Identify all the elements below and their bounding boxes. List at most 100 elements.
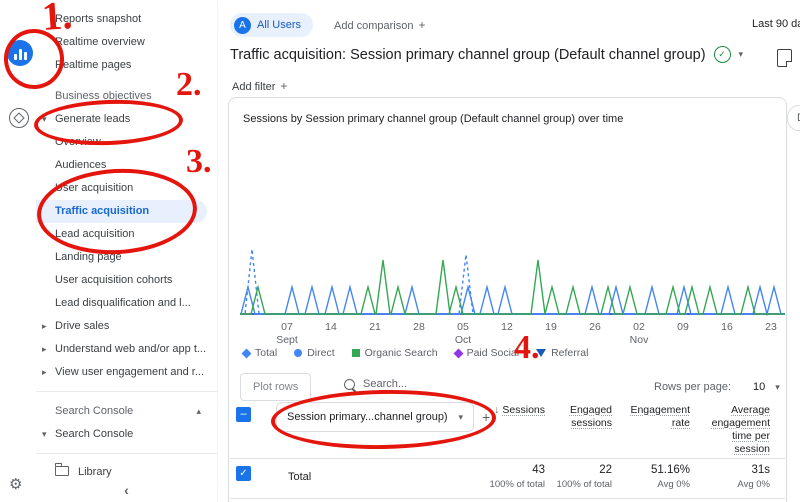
total-engagement-rate-cell: 51.16% Avg 0%	[650, 464, 690, 490]
row-checkbox[interactable]: ✓	[236, 466, 251, 481]
report-notes-icon[interactable]	[777, 49, 792, 67]
column-header-engagement-rate[interactable]: Engagement rate	[622, 404, 690, 430]
x-tick: 02 Nov	[629, 321, 649, 346]
sidebar-item-search-console[interactable]: ▾ Search Console	[36, 423, 217, 446]
column-title: Average engagement time per session	[711, 404, 770, 455]
legend-label: Referral	[551, 347, 589, 359]
column-title: Engagement rate	[630, 404, 690, 429]
x-tick: 16	[721, 321, 733, 333]
column-header-engaged-sessions[interactable]: Engaged sessions	[550, 404, 612, 430]
search-placeholder: Search...	[363, 378, 408, 390]
x-tick: 07 Sept	[276, 321, 298, 346]
chevron-right-icon: ▸	[42, 367, 47, 377]
add-comparison-label: Add comparison	[334, 20, 414, 32]
select-all-checkbox[interactable]: –	[236, 407, 251, 422]
annotation-step-3: 3.	[186, 143, 212, 180]
sidebar-section-label: Search Console	[55, 405, 134, 417]
table-search-input[interactable]: Search...	[344, 378, 407, 390]
series-marker-icon	[294, 349, 303, 357]
plot-rows-button[interactable]: Plot rows	[240, 373, 312, 401]
sidebar-item-library[interactable]: Library	[36, 461, 217, 484]
column-title: Engaged sessions	[569, 404, 612, 429]
page-title: Traffic acquisition: Session primary cha…	[230, 46, 706, 63]
sidebar-item-view-user-engagement[interactable]: ▸ View user engagement and r...	[36, 361, 217, 384]
chevron-right-icon: ▸	[42, 321, 47, 331]
sidebar-item-lead-disqualification[interactable]: Lead disqualification and l...	[36, 292, 217, 315]
sidebar-section-search-console[interactable]: Search Console ▴	[36, 400, 217, 423]
sidebar-item-label: Understand web and/or app t...	[55, 343, 207, 355]
divider	[230, 458, 785, 459]
x-tick: 14	[325, 321, 337, 333]
legend-item-direct[interactable]: Direct	[294, 347, 335, 359]
column-header-avg-engagement-time[interactable]: Average engagement time per session	[697, 404, 770, 456]
divider	[36, 391, 217, 392]
annotation-step-1: 1.	[40, 0, 74, 39]
series-marker-icon	[351, 349, 360, 357]
admin-gear-icon[interactable]: ⚙	[9, 477, 22, 492]
legend-label: Total	[255, 347, 278, 359]
x-tick: 09	[677, 321, 689, 333]
total-row-label: Total	[288, 471, 312, 483]
collapse-sidebar-icon[interactable]: ‹	[36, 482, 217, 498]
total-avg-engagement-time-cell: 31s Avg 0%	[737, 464, 770, 490]
audience-badge: A	[234, 16, 251, 34]
sidebar-item-drive-sales[interactable]: ▸ Drive sales	[36, 315, 217, 338]
chart-corner-button[interactable]: D	[787, 105, 800, 131]
series-marker-icon	[453, 348, 464, 358]
annotation-step-2: 2.	[176, 66, 202, 103]
x-tick: 21	[369, 321, 381, 333]
x-tick: 19	[545, 321, 557, 333]
add-filter-label: Add filter	[232, 81, 276, 93]
all-users-chip[interactable]: A All Users	[230, 13, 314, 37]
annotation-step-4: 4.	[514, 329, 540, 366]
ga4-app: ⚙ Reports snapshot Realtime overview Rea…	[0, 0, 800, 502]
sidebar-item-label: Library	[78, 466, 112, 478]
chevron-down-icon[interactable]: ▾	[739, 49, 744, 60]
sessions-chart	[240, 249, 785, 317]
x-tick: 28	[413, 321, 425, 333]
data-quality-check-icon[interactable]: ✓	[713, 46, 731, 63]
sidebar-item-label: User acquisition cohorts	[55, 274, 173, 286]
sidebar-item-label: Realtime pages	[55, 59, 132, 71]
chevron-down-icon: ▾	[42, 429, 47, 439]
rows-per-page-value: 10	[753, 381, 766, 393]
chart-title: Sessions by Session primary channel grou…	[243, 113, 624, 125]
total-sessions-cell: 43 100% of total	[489, 464, 545, 490]
divider	[36, 453, 217, 454]
x-tick: 23	[765, 321, 777, 333]
plus-icon: +	[418, 18, 426, 32]
rows-per-page-control: Rows per page: 10 ▾	[654, 381, 780, 393]
total-engaged-sessions-cell: 22 100% of total	[556, 464, 612, 490]
sidebar-item-user-acquisition-cohorts[interactable]: User acquisition cohorts	[36, 269, 217, 292]
legend-item-paid-social[interactable]: Paid Social	[453, 347, 519, 359]
divider	[230, 498, 785, 499]
legend-label: Direct	[307, 347, 335, 359]
legend-item-total[interactable]: Total	[241, 347, 278, 359]
chevron-down-icon: ▾	[775, 381, 780, 392]
folder-icon	[55, 463, 69, 477]
sidebar-item-label: Lead disqualification and l...	[55, 297, 191, 309]
legend-item-referral[interactable]: Referral	[536, 347, 588, 359]
add-filter-button[interactable]: Add filter +	[232, 79, 287, 93]
search-icon	[344, 378, 355, 390]
date-range-selector[interactable]: Last 90 da	[752, 18, 800, 30]
chevron-right-icon: ▸	[42, 344, 47, 354]
sidebar-item-label: Search Console	[55, 428, 134, 440]
explore-nav-icon[interactable]	[9, 108, 29, 128]
x-tick: 26	[589, 321, 601, 333]
sidebar-item-label: View user engagement and r...	[55, 366, 205, 378]
legend-label: Organic Search	[364, 347, 438, 359]
legend-item-organic-search[interactable]: Organic Search	[351, 347, 438, 359]
rows-per-page-label: Rows per page:	[654, 381, 732, 393]
sidebar-item-label: Drive sales	[55, 320, 110, 332]
add-comparison-button[interactable]: Add comparison +	[334, 18, 426, 32]
plus-icon: +	[280, 79, 288, 93]
sidebar-item-label: Audiences	[55, 159, 107, 171]
sidebar-item-understand-web-app[interactable]: ▸ Understand web and/or app t...	[36, 338, 217, 361]
report-title-row: Traffic acquisition: Session primary cha…	[230, 46, 743, 63]
x-tick: 12	[501, 321, 513, 333]
x-tick: 05 Oct	[454, 321, 472, 346]
compass-icon	[12, 111, 25, 124]
chevron-up-icon: ▴	[196, 406, 201, 416]
rows-per-page-select[interactable]: 10 ▾	[753, 381, 780, 393]
